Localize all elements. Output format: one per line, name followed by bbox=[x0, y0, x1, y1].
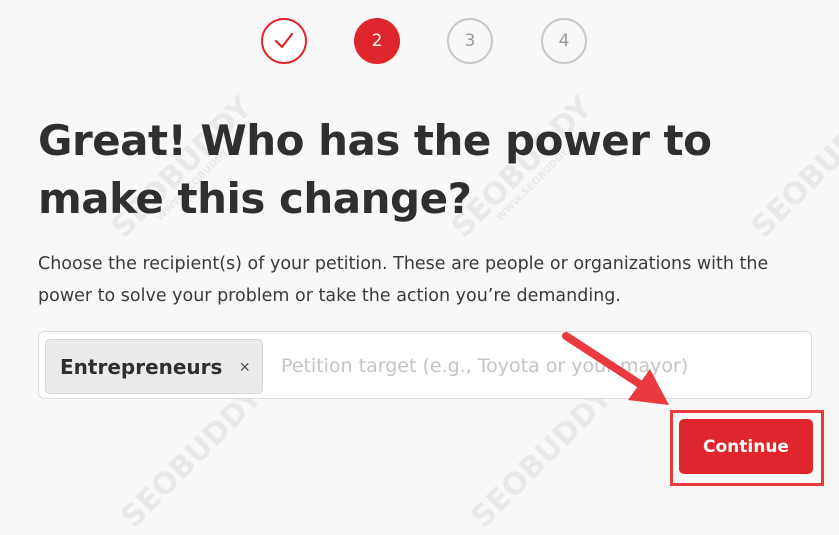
watermark-text: SEOBUDDY bbox=[114, 380, 270, 535]
petition-target-field[interactable]: Entrepreneurs × bbox=[38, 331, 812, 399]
target-chip-label: Entrepreneurs bbox=[60, 355, 223, 379]
target-chip: Entrepreneurs × bbox=[45, 339, 263, 394]
page-title: Great! Who has the power to make this ch… bbox=[38, 116, 712, 223]
step-2-current: 2 bbox=[354, 18, 400, 64]
checkmark-icon bbox=[274, 32, 294, 49]
step-3: 3 bbox=[447, 18, 493, 64]
petition-target-input[interactable] bbox=[279, 346, 803, 386]
remove-chip-icon[interactable]: × bbox=[239, 357, 250, 378]
continue-button[interactable]: Continue bbox=[679, 419, 813, 474]
progress-stepper: 2 3 4 bbox=[0, 18, 839, 68]
page-description: Choose the recipient(s) of your petition… bbox=[38, 254, 769, 306]
watermark-text: SEOBUDDY bbox=[464, 380, 620, 535]
step-4: 4 bbox=[541, 18, 587, 64]
step-1-completed bbox=[261, 18, 307, 64]
